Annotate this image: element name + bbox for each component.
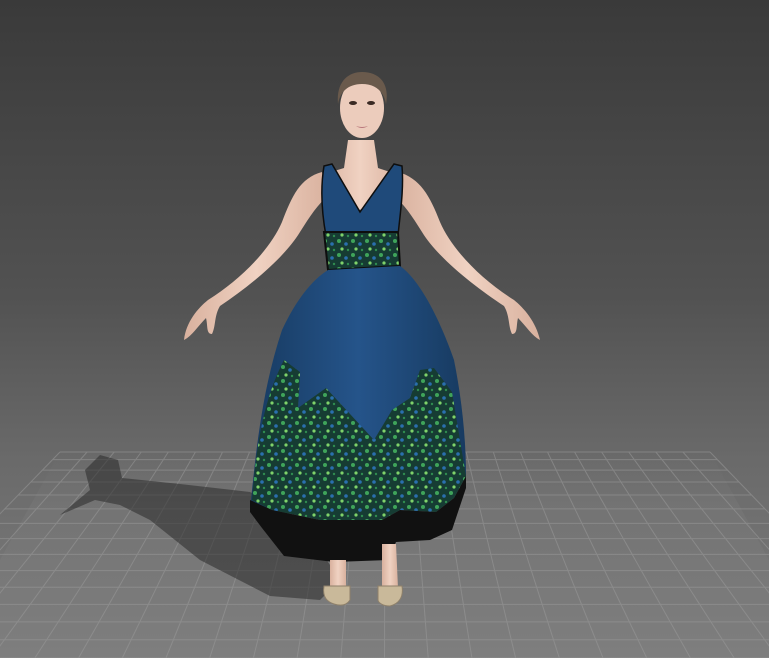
right-leg	[382, 544, 398, 588]
left-eye	[349, 101, 357, 105]
3d-viewport[interactable]	[0, 0, 769, 658]
right-eye	[367, 101, 375, 105]
left-leg	[330, 560, 346, 588]
dress-waistband	[322, 231, 402, 272]
scene-canvas[interactable]	[0, 0, 769, 658]
